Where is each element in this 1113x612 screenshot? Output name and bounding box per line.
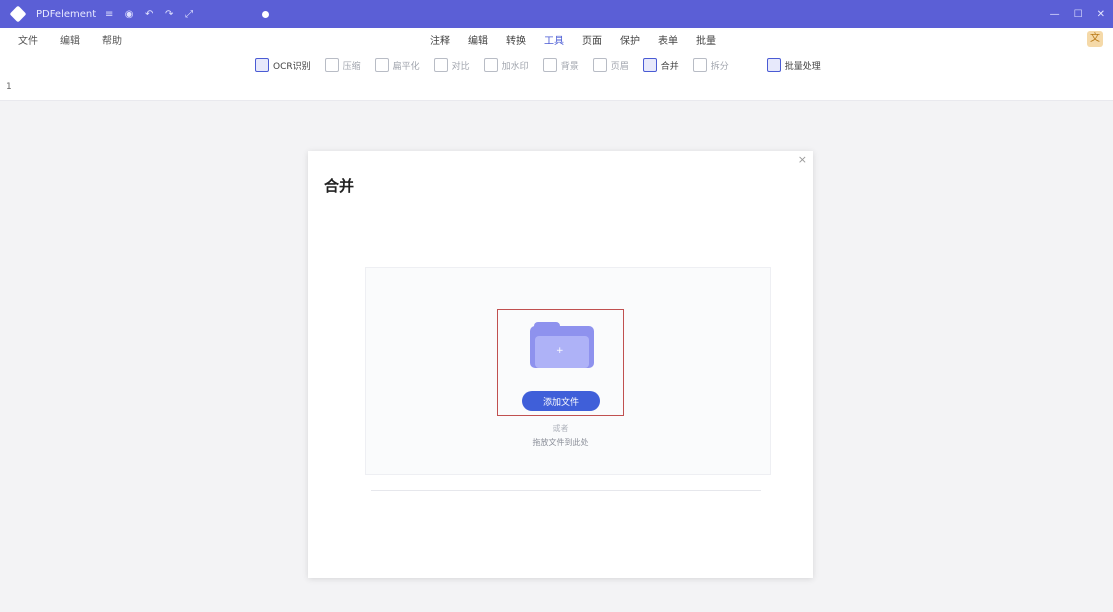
menu-help[interactable]: 帮助 (102, 32, 122, 47)
ocr-icon (255, 58, 269, 72)
tool-ocr[interactable]: OCR识别 (255, 58, 311, 72)
undo-icon[interactable]: ↶ (142, 9, 156, 20)
tool-label: 拆分 (710, 61, 729, 72)
tool-label: 合并 (660, 61, 679, 72)
record-icon[interactable]: ◉ (122, 9, 136, 20)
ribbon-tabs: 注释 编辑 转换 工具 页面 保护 表单 批量 (428, 28, 718, 54)
menu-icon[interactable]: ≡ (102, 9, 116, 20)
background-icon (542, 58, 557, 72)
split-icon (692, 58, 707, 72)
menu-edit[interactable]: 编辑 (60, 32, 80, 47)
title-bar: PDFelement ≡ ◉ ↶ ↷ ⤢ — ☐ ✕ (0, 0, 1113, 28)
drop-hint: 拖放文件到此处 (532, 438, 589, 447)
menu-file[interactable]: 文件 (18, 32, 38, 47)
tool-split[interactable]: 拆分 (692, 58, 729, 72)
tools-toolbar: OCR识别 压缩 扁平化 对比 加水印 背景 页眉 合并 拆分 批量处理 (0, 50, 1113, 101)
avatar[interactable]: 文 (1087, 31, 1103, 47)
merge-panel: × 合并 + 添加文件 或者 拖放文件到此处 (308, 151, 813, 578)
menu-row: 文件 编辑 帮助 注释 编辑 转换 工具 页面 保护 表单 批量 文 (0, 28, 1113, 54)
flatten-icon (374, 58, 389, 72)
expand-icon[interactable]: ⤢ (182, 9, 196, 20)
tool-merge[interactable]: 合并 (642, 58, 679, 72)
close-window-button[interactable]: ✕ (1097, 9, 1105, 20)
tool-label: 加水印 (501, 61, 529, 72)
tool-label: 批量处理 (784, 61, 821, 72)
tool-label: OCR识别 (273, 61, 311, 72)
tool-label: 扁平化 (392, 61, 420, 72)
divider (371, 490, 761, 491)
app-title: PDFelement (36, 8, 97, 20)
tool-batch-process[interactable]: 批量处理 (766, 58, 821, 72)
tool-compare[interactable]: 对比 (433, 58, 470, 72)
tool-group: OCR识别 压缩 扁平化 对比 加水印 背景 页眉 合并 拆分 批量处理 (255, 58, 821, 72)
tool-watermark[interactable]: 加水印 (483, 58, 529, 72)
compress-icon (324, 58, 339, 72)
merge-icon (642, 58, 657, 72)
maximize-button[interactable]: ☐ (1074, 9, 1083, 20)
tool-background[interactable]: 背景 (542, 58, 579, 72)
page-number: 1 (6, 82, 12, 92)
tab-comment[interactable]: 注释 (428, 30, 452, 49)
tab-tools[interactable]: 工具 (542, 30, 566, 54)
highlight-box (497, 309, 624, 416)
app-logo-icon (9, 5, 27, 23)
tab-form[interactable]: 表单 (656, 30, 680, 49)
tool-header[interactable]: 页眉 (592, 58, 629, 72)
window-controls: — ☐ ✕ (1050, 0, 1105, 28)
tab-edit[interactable]: 编辑 (466, 30, 490, 49)
tab-convert[interactable]: 转换 (504, 30, 528, 49)
minimize-button[interactable]: — (1050, 9, 1060, 20)
tab-protect[interactable]: 保护 (618, 30, 642, 49)
panel-title: 合并 (324, 177, 355, 195)
watermark-icon (483, 58, 498, 72)
status-dot-icon (262, 10, 270, 18)
drop-or-text: 或者 (552, 424, 569, 433)
tab-batch[interactable]: 批量 (694, 30, 718, 49)
tool-compress[interactable]: 压缩 (324, 58, 361, 72)
compare-icon (433, 58, 448, 72)
tab-page[interactable]: 页面 (580, 30, 604, 49)
redo-icon[interactable]: ↷ (162, 9, 176, 20)
close-icon[interactable]: × (798, 153, 807, 166)
batch-icon (766, 58, 781, 72)
main-menu: 文件 编辑 帮助 (18, 28, 122, 50)
tool-label: 对比 (451, 61, 470, 72)
tool-label: 压缩 (342, 61, 361, 72)
tool-flatten[interactable]: 扁平化 (374, 58, 420, 72)
header-icon (592, 58, 607, 72)
tool-label: 页眉 (610, 61, 629, 72)
tool-label: 背景 (560, 61, 579, 72)
